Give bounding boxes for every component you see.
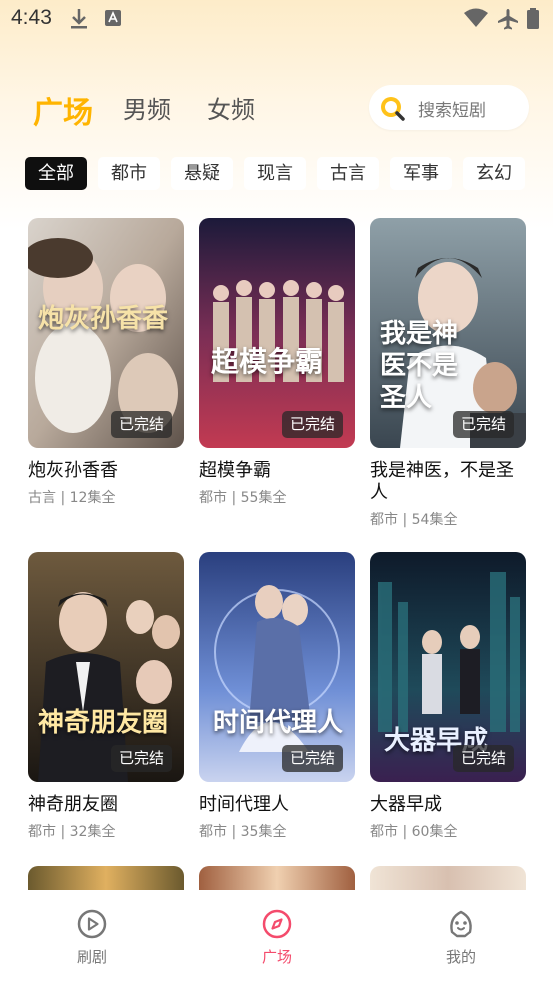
tab-female[interactable]: 女频: [207, 90, 255, 125]
airplane-mode-icon: [496, 7, 520, 35]
drama-card[interactable]: 炮灰孙香香 已完结 炮灰孙香香 古言 | 12集全: [28, 218, 184, 507]
status-badge: 已完结: [281, 745, 343, 772]
drama-title[interactable]: 时间代理人: [199, 794, 355, 816]
status-badge: 已完结: [110, 745, 172, 772]
meta-separator: |: [402, 512, 408, 528]
category-chip[interactable]: 玄幻: [463, 157, 525, 190]
drama-genre: 古言: [28, 490, 56, 506]
meta-separator: |: [402, 824, 408, 840]
status-badge: 已完结: [452, 411, 514, 438]
nav-item-mine[interactable]: 我的: [421, 908, 501, 967]
status-time: 4:43: [11, 6, 52, 29]
meta-separator: |: [60, 824, 66, 840]
poster-title-art: 我是神医不是圣人: [380, 319, 459, 413]
wifi-icon: [463, 7, 489, 33]
battery-icon: [526, 7, 540, 35]
poster-title-art: 炮灰孙香香: [38, 304, 169, 334]
tab-plaza[interactable]: 广场: [33, 88, 93, 132]
compass-icon: [262, 909, 292, 939]
drama-meta: 都市 | 54集全: [370, 509, 526, 529]
category-filter-bar: 全部 都市 悬疑 现言 古言 军事 玄幻: [25, 157, 553, 191]
drama-meta: 都市 | 55集全: [199, 487, 355, 507]
drama-card[interactable]: 我是神医不是圣人 已完结 我是神医，不是圣人 都市 | 54集全: [370, 218, 526, 529]
meta-separator: |: [60, 490, 66, 506]
drama-poster[interactable]: 大器早成 已完结: [370, 552, 526, 782]
drama-episodes: 35集全: [240, 824, 287, 840]
poster-title-art: 时间代理人: [213, 708, 344, 738]
drama-meta: 都市 | 32集全: [28, 821, 184, 841]
search-input[interactable]: 搜索短剧: [418, 96, 486, 121]
search-bar[interactable]: 搜索短剧: [369, 85, 529, 130]
category-chip[interactable]: 古言: [317, 157, 379, 190]
download-icon: [69, 7, 89, 35]
drama-poster[interactable]: 超模争霸 已完结: [199, 218, 355, 448]
drama-card[interactable]: 时间代理人 已完结 时间代理人 都市 | 35集全: [199, 552, 355, 841]
status-badge: 已完结: [452, 745, 514, 772]
drama-genre: 都市: [28, 824, 56, 840]
status-bar: 4:43: [0, 0, 553, 38]
tab-male[interactable]: 男频: [123, 90, 171, 125]
search-icon: [378, 94, 406, 122]
drama-episodes: 54集全: [411, 512, 458, 528]
drama-meta: 古言 | 12集全: [28, 487, 184, 507]
drama-card[interactable]: 超模争霸 已完结 超模争霸 都市 | 55集全: [199, 218, 355, 507]
drama-card[interactable]: 大器早成 已完结 大器早成 都市 | 60集全: [370, 552, 526, 841]
nav-item-plaza[interactable]: 广场: [237, 908, 317, 967]
nav-item-shuaju[interactable]: 刷剧: [52, 908, 132, 967]
category-chip[interactable]: 现言: [244, 157, 306, 190]
poster-title-art: 超模争霸: [211, 345, 324, 378]
category-chip[interactable]: 都市: [98, 157, 160, 190]
profile-icon: [450, 910, 472, 938]
drama-poster[interactable]: 我是神医不是圣人 已完结: [370, 218, 526, 448]
category-chip[interactable]: 悬疑: [171, 157, 233, 190]
status-badge: 已完结: [281, 411, 343, 438]
drama-poster[interactable]: 炮灰孙香香 已完结: [28, 218, 184, 448]
drama-episodes: 12集全: [69, 490, 116, 506]
drama-genre: 都市: [370, 824, 398, 840]
meta-separator: |: [231, 490, 237, 506]
drama-title[interactable]: 超模争霸: [199, 460, 355, 482]
drama-poster[interactable]: 神奇朋友圈 已完结: [28, 552, 184, 782]
status-badge: 已完结: [110, 411, 172, 438]
bottom-navigation: 刷剧 广场 我的: [0, 890, 553, 983]
poster-title-art: 神奇朋友圈: [38, 708, 169, 738]
drama-card[interactable]: 神奇朋友圈 已完结 神奇朋友圈 都市 | 32集全: [28, 552, 184, 841]
drama-title[interactable]: 神奇朋友圈: [28, 794, 184, 816]
nav-label: 广场: [261, 948, 292, 966]
drama-episodes: 60集全: [411, 824, 458, 840]
drama-meta: 都市 | 60集全: [370, 821, 526, 841]
drama-episodes: 55集全: [240, 490, 287, 506]
nav-label: 我的: [445, 948, 476, 966]
drama-title[interactable]: 大器早成: [370, 794, 526, 816]
drama-genre: 都市: [199, 824, 227, 840]
drama-genre: 都市: [370, 512, 398, 528]
nav-label: 刷剧: [76, 948, 107, 966]
category-chip[interactable]: 军事: [390, 157, 452, 190]
drama-meta: 都市 | 35集全: [199, 821, 355, 841]
category-chip[interactable]: 全部: [25, 157, 87, 190]
app-notification-icon: [103, 7, 123, 33]
meta-separator: |: [231, 824, 237, 840]
drama-genre: 都市: [199, 490, 227, 506]
drama-title[interactable]: 炮灰孙香香: [28, 460, 184, 482]
drama-episodes: 32集全: [69, 824, 116, 840]
drama-title[interactable]: 我是神医，不是圣人: [370, 460, 530, 504]
drama-poster[interactable]: 时间代理人 已完结: [199, 552, 355, 782]
play-circle-icon: [77, 909, 107, 939]
